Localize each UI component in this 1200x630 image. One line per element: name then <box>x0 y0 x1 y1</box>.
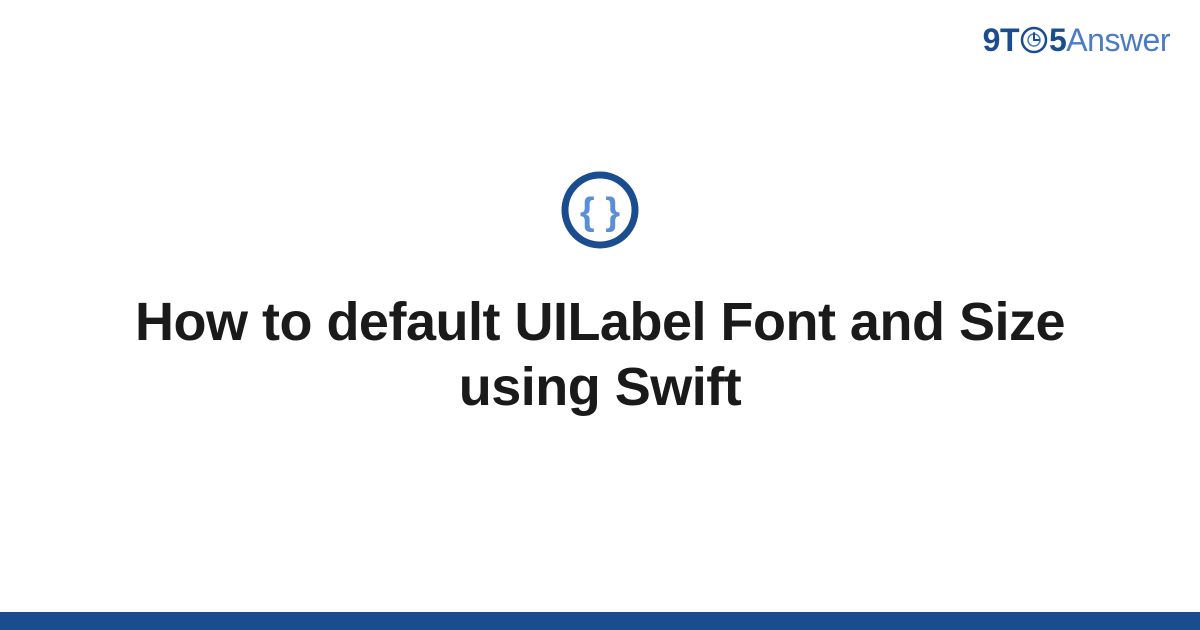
page-title: How to default UILabel Font and Size usi… <box>100 290 1100 420</box>
main-content: { } How to default UILabel Font and Size… <box>0 0 1200 630</box>
footer-bar <box>0 612 1200 630</box>
svg-text:{ }: { } <box>580 191 620 233</box>
code-braces-icon: { } <box>560 170 640 250</box>
